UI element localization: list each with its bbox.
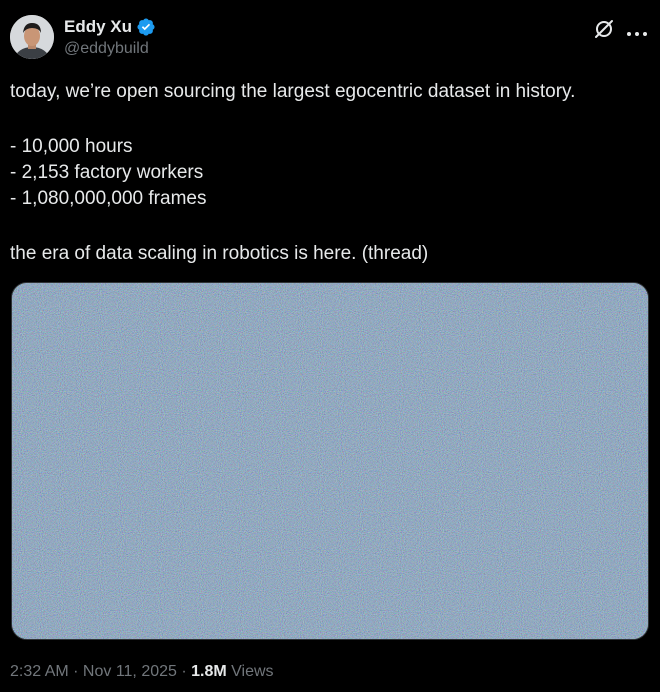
- tweet-media-image[interactable]: [11, 282, 649, 640]
- tweet: Eddy Xu @eddybuild today, we’re open sou…: [0, 0, 660, 692]
- profile-photo-icon: [10, 15, 54, 59]
- meta-separator: ·: [68, 663, 83, 680]
- tweet-bullet-3: - 1,080,000,000 frames: [10, 188, 207, 209]
- verified-badge-icon: [136, 17, 156, 37]
- tweet-date-link[interactable]: Nov 11, 2025: [83, 663, 177, 681]
- tweet-intro: today, we’re open sourcing the largest e…: [10, 81, 576, 102]
- tweet-closing: the era of data scaling in robotics is h…: [10, 243, 429, 264]
- avatar[interactable]: [10, 15, 54, 59]
- handle[interactable]: @eddybuild: [64, 40, 149, 58]
- views-label: Views: [226, 663, 274, 680]
- views-count[interactable]: 1.8M: [191, 663, 227, 681]
- grok-icon[interactable]: [592, 17, 616, 41]
- tweet-meta: 2:32 AM · Nov 11, 2025 · 1.8M Views: [10, 663, 274, 681]
- more-horizontal-icon[interactable]: [626, 25, 648, 36]
- noise-image-icon: [12, 283, 648, 639]
- tweet-time-link[interactable]: 2:32 AM: [10, 663, 69, 681]
- tweet-bullet-2: - 2,153 factory workers: [10, 162, 204, 183]
- display-name[interactable]: Eddy Xu: [64, 17, 132, 37]
- tweet-bullet-1: - 10,000 hours: [10, 136, 133, 157]
- meta-separator-2: ·: [176, 663, 192, 680]
- name-row: Eddy Xu: [64, 16, 156, 38]
